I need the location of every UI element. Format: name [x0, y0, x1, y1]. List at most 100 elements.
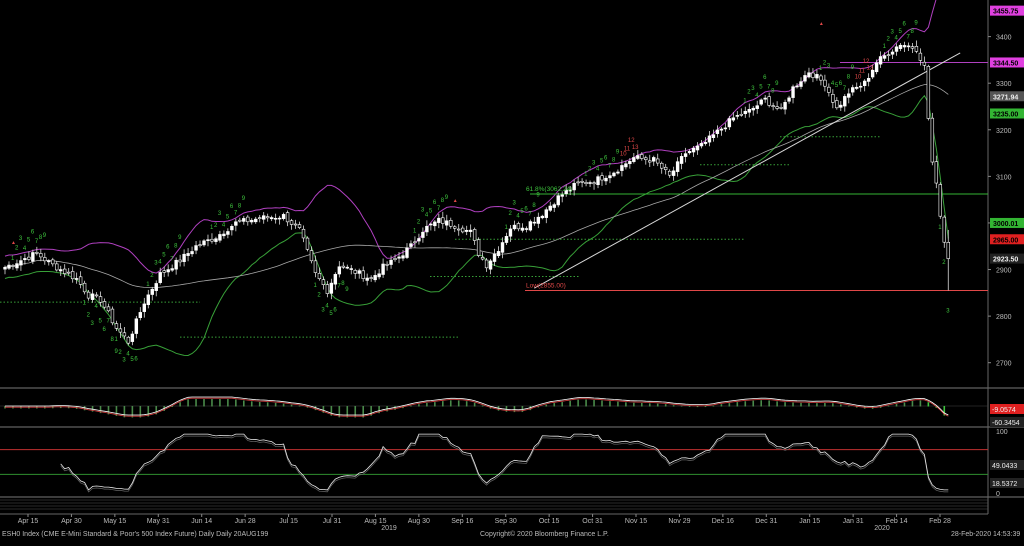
candle-body	[592, 182, 596, 185]
candle-body	[731, 117, 736, 121]
candle-body	[528, 221, 533, 231]
sequential-count-label: 6	[31, 230, 35, 236]
candle-body	[47, 260, 51, 263]
candle-body	[39, 253, 43, 258]
candle-body	[464, 229, 469, 232]
macd-tag-label: -9.0574	[992, 407, 1016, 414]
candle-body	[882, 55, 887, 59]
candle-body	[703, 141, 708, 144]
macd-histogram-bar	[418, 404, 420, 407]
sequential-count-label: 8	[771, 89, 775, 95]
rsi-smoothed-line	[60, 435, 949, 493]
bollinger-upper-band	[4, 0, 937, 274]
candle-body	[839, 104, 843, 108]
macd-histogram-bar	[457, 400, 460, 407]
candle-body	[397, 256, 401, 259]
candle-body	[329, 282, 334, 294]
macd-histogram-bar	[808, 403, 810, 407]
macd-histogram-bar	[473, 402, 476, 407]
candle-body	[429, 223, 433, 226]
candle-body	[687, 151, 692, 154]
price-tag-label: 3000.01	[993, 221, 1018, 228]
sequential-count-label: 1	[114, 337, 118, 343]
sequential-count-label: 7	[234, 211, 238, 217]
y-tick-label: 3200	[996, 128, 1012, 135]
macd-histogram-bar	[203, 399, 205, 407]
candle-body	[691, 147, 696, 153]
sequential-count-label: 8	[847, 74, 851, 80]
y-tick-label: 3100	[996, 174, 1012, 181]
sequential-count-label: 13	[632, 145, 639, 151]
low-annotation: Low(2855.00)	[526, 283, 566, 290]
macd-histogram-bar	[792, 402, 794, 407]
rsi-tag-label: 49.0433	[992, 463, 1017, 470]
candle-body	[293, 223, 298, 226]
candle-body	[831, 94, 835, 103]
candle-body	[178, 259, 182, 263]
x-tick-label: Jun 28	[235, 518, 256, 525]
candle-body	[807, 72, 811, 78]
macd-histogram-bar	[481, 405, 484, 407]
candle-body	[699, 143, 704, 147]
candle-body	[648, 160, 652, 163]
candle-body	[134, 318, 139, 334]
macd-histogram-bar	[195, 399, 197, 407]
sequential-count-label: 2	[887, 36, 891, 42]
candle-body	[695, 145, 700, 151]
candle-body	[285, 212, 290, 223]
macd-histogram-bar	[728, 403, 731, 407]
candle-body	[301, 228, 306, 239]
sequential-count-label: 5	[27, 237, 31, 243]
candle-body	[763, 97, 767, 100]
macd-histogram-bar	[426, 402, 428, 407]
candle-body	[548, 205, 552, 211]
candle-body	[488, 260, 493, 270]
candle-body	[663, 166, 668, 170]
macd-histogram-bar	[744, 401, 747, 407]
sequential-count-label: 5	[162, 253, 166, 259]
candle-body	[894, 46, 899, 52]
macd-histogram-bar	[648, 403, 651, 407]
candle-body	[616, 171, 620, 174]
candle-body	[242, 218, 246, 222]
sequential-count-label: 8	[341, 281, 345, 287]
candle-body	[118, 328, 123, 333]
sequential-count-label: 4	[158, 260, 162, 266]
sequential-count-label: 8	[910, 29, 914, 35]
sequential-count-label: 3	[218, 211, 222, 217]
candle-body	[751, 107, 755, 111]
x-tick-label: Jan 31	[843, 518, 864, 525]
macd-histogram-bar	[720, 404, 723, 407]
sequential-count-label: 6	[763, 75, 767, 81]
candle-body	[417, 238, 421, 242]
candle-body	[214, 238, 218, 242]
sequential-count-label: 4	[23, 246, 27, 252]
candle-body	[787, 97, 791, 102]
sequential-arrow-marker: ▲	[819, 21, 824, 27]
candle-body	[910, 46, 915, 49]
candle-body	[261, 215, 266, 220]
fibonacci-annotation: 61.8%(3062.24)	[526, 186, 572, 193]
candle-body	[918, 52, 923, 61]
candle-body	[254, 218, 258, 223]
candle-body	[393, 258, 397, 260]
candle-body	[74, 278, 79, 280]
sequential-count-label: 2	[214, 223, 218, 229]
candle-body	[504, 236, 509, 243]
macd-histogram-bar	[784, 402, 786, 407]
macd-histogram-bar	[895, 404, 898, 407]
sequential-count-label: 9	[914, 21, 918, 27]
candle-body	[59, 269, 63, 272]
sequential-count-label: 8	[612, 158, 616, 164]
sequential-count-label: 8	[238, 204, 242, 210]
sequential-count-label: 2	[417, 220, 421, 226]
macd-histogram-bar	[219, 399, 221, 407]
candle-body	[819, 75, 823, 81]
candle-body	[735, 115, 740, 117]
y-tick-label: 2800	[996, 314, 1012, 321]
candle-body	[433, 221, 437, 227]
candle-body	[453, 226, 457, 229]
sequential-count-label: 4	[755, 93, 759, 99]
candle-body	[138, 312, 143, 318]
x-tick-label: Jun 14	[191, 518, 212, 525]
